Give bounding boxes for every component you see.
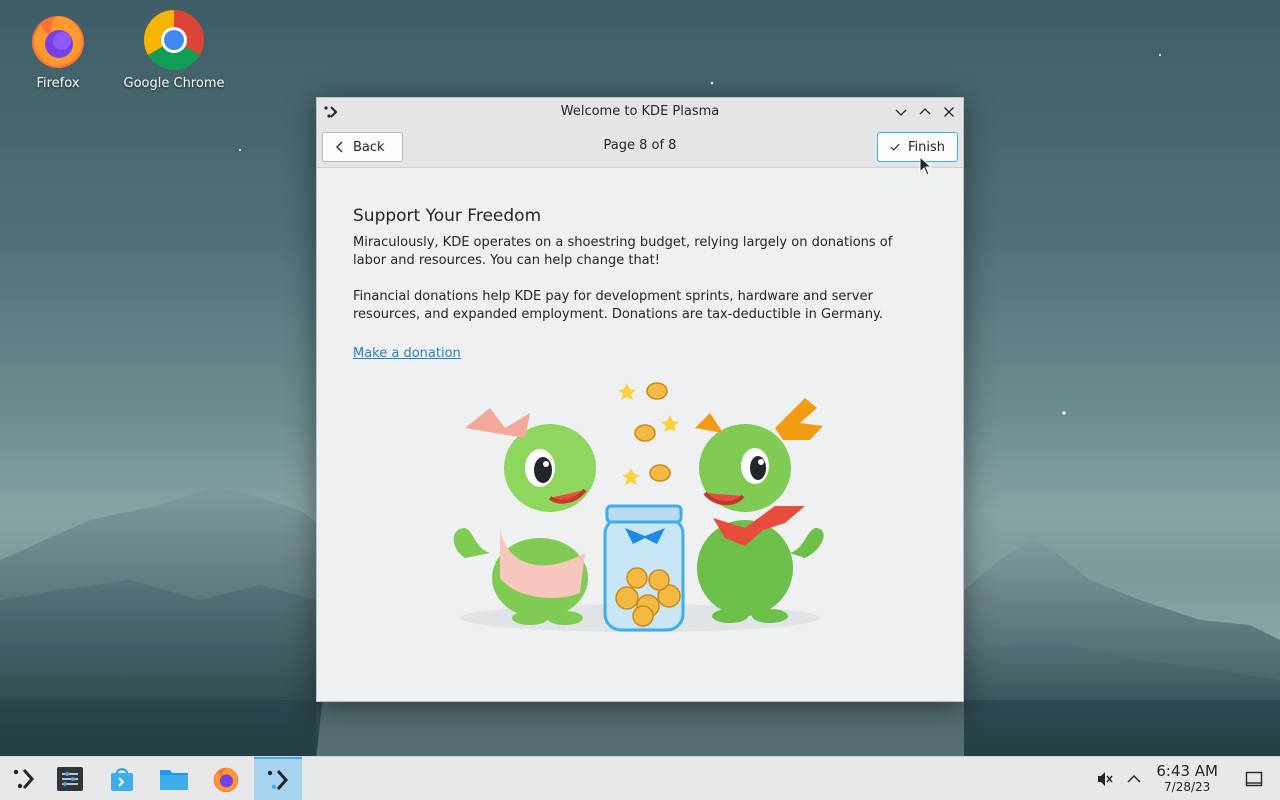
dolphin-icon (160, 770, 188, 790)
application-launcher[interactable] (0, 757, 48, 800)
task-discover[interactable] (98, 757, 146, 800)
kde-launcher-icon (13, 769, 35, 789)
chevron-down-icon (895, 109, 907, 116)
finish-button[interactable]: Finish (877, 132, 958, 162)
chrome-icon (143, 9, 205, 71)
task-system-settings[interactable] (46, 757, 94, 800)
page-indicator: Page 8 of 8 (603, 138, 677, 153)
desktop-icon-label: Google Chrome (123, 76, 225, 91)
finish-button-label: Finish (907, 139, 945, 155)
window-title: Welcome to KDE Plasma (560, 104, 720, 119)
firefox-icon (32, 16, 84, 68)
desktop-icon-label: Firefox (36, 76, 80, 91)
maximize-button[interactable] (915, 102, 935, 122)
konqi-donation-illustration (453, 382, 824, 632)
close-icon (944, 107, 954, 117)
digital-clock[interactable]: 6:43 AM 7/28/23 (1156, 762, 1218, 795)
checkmark-icon (890, 143, 900, 151)
welcome-window: Welcome to KDE Plasma Back Page 8 of 8 F… (316, 97, 964, 702)
discover-icon (111, 768, 133, 791)
volume-control[interactable] (1092, 757, 1118, 800)
taskbar: 6:43 AM 7/28/23 (0, 756, 1280, 800)
task-dolphin[interactable] (150, 757, 198, 800)
window-toolbar: Back Page 8 of 8 Finish (317, 126, 963, 168)
donation-link[interactable]: Make a donation (353, 346, 461, 361)
volume-muted-icon (1098, 772, 1113, 786)
minimize-button[interactable] (891, 102, 911, 122)
mouse-cursor-icon (919, 156, 933, 176)
close-button[interactable] (939, 102, 959, 122)
task-welcome-center[interactable] (254, 757, 302, 800)
page-heading: Support Your Freedom (353, 206, 542, 226)
desktop-icon-firefox[interactable]: Firefox (3, 8, 113, 91)
system-tray-expander[interactable] (1122, 757, 1146, 800)
chevron-up-icon (1127, 775, 1141, 783)
show-desktop-button[interactable] (1240, 757, 1268, 800)
firefox-icon (213, 767, 239, 793)
paragraph-donations: Financial donations help KDE pay for dev… (353, 289, 884, 322)
clock-time: 6:43 AM (1156, 762, 1218, 780)
clock-date: 7/28/23 (1164, 780, 1211, 794)
window-titlebar[interactable]: Welcome to KDE Plasma (317, 98, 963, 126)
desktop-icon-chrome[interactable]: Google Chrome (119, 8, 229, 91)
welcome-center-icon (267, 770, 289, 790)
page-content: Support Your Freedom Miraculously, KDE o… (317, 168, 963, 701)
system-settings-icon (57, 767, 83, 791)
show-desktop-icon (1245, 771, 1263, 787)
task-firefox[interactable] (202, 757, 250, 800)
chevron-up-icon (919, 108, 931, 115)
paragraph-budget: Miraculously, KDE operates on a shoestri… (353, 235, 893, 268)
